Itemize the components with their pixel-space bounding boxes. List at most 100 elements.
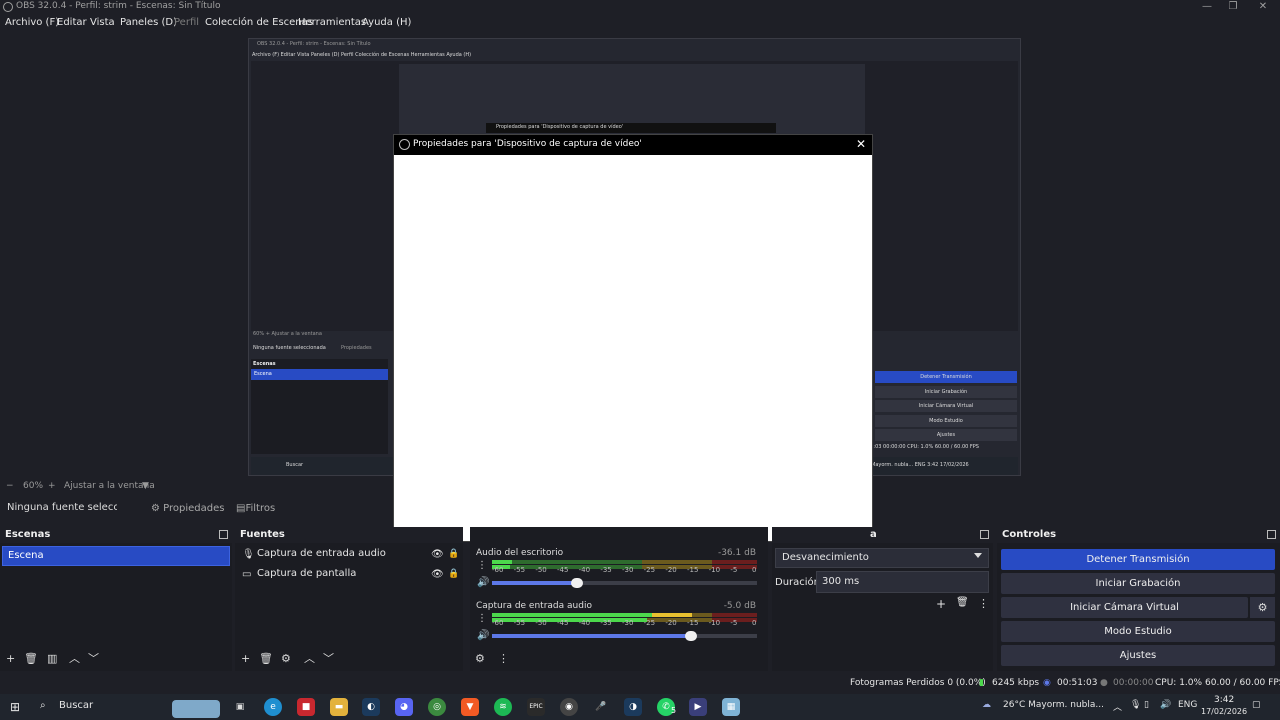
db-scale-tick: -25: [643, 619, 656, 627]
add-scene-button[interactable]: +: [6, 653, 15, 665]
photos-icon[interactable]: ▦: [722, 698, 740, 716]
nested-menu: Archivo (F) Editar Vista Paneles (D) Per…: [252, 52, 472, 58]
lock-icon[interactable]: 🔒: [448, 569, 459, 579]
mixer-settings-icon[interactable]: ⚙: [475, 653, 485, 665]
menu-ayuda[interactable]: Ayuda (H): [362, 17, 411, 28]
lock-icon[interactable]: 🔒: [448, 549, 459, 559]
gear-icon: ⚙: [151, 503, 160, 514]
move-down-button[interactable]: ﹀: [88, 653, 99, 665]
file-explorer-icon[interactable]: ▬: [330, 698, 348, 716]
clock-date[interactable]: 17/02/2026: [1201, 707, 1247, 716]
source-properties-button[interactable]: ⚙: [281, 653, 291, 665]
windows-start-icon[interactable]: ⊞: [6, 698, 24, 716]
start-virtual-camera-button[interactable]: Iniciar Cámara Virtual: [1001, 597, 1248, 618]
zoom-in-button[interactable]: +: [48, 481, 56, 491]
weather-icon[interactable]: ☁: [982, 700, 991, 710]
speaker-icon[interactable]: 🔊: [477, 577, 489, 588]
zoom-dropdown-icon[interactable]: ▼: [142, 481, 149, 491]
remove-source-button[interactable]: 🗑: [259, 653, 273, 665]
transitions-dock-header: a: [772, 527, 993, 543]
add-source-button[interactable]: +: [241, 653, 250, 665]
nested-no-source: Ninguna fuente seleccionada: [253, 345, 326, 351]
edge-icon[interactable]: e: [264, 698, 282, 716]
dialog-header: Propiedades para 'Dispositivo de captura…: [394, 135, 872, 155]
start-recording-button[interactable]: Iniciar Grabación: [1001, 573, 1275, 594]
app-icon[interactable]: ■: [297, 698, 315, 716]
remove-scene-button[interactable]: 🗑: [24, 653, 38, 665]
language-indicator[interactable]: ENG: [1178, 700, 1197, 710]
volume-icon[interactable]: 🔊: [1160, 700, 1171, 710]
spotify-icon[interactable]: ≋: [494, 698, 512, 716]
steam-icon-2[interactable]: ◑: [624, 698, 642, 716]
menu-vista[interactable]: Vista: [90, 17, 115, 28]
source-item[interactable]: 🎙 Captura de entrada audio 👁 🔒: [235, 545, 463, 565]
undock-icon[interactable]: [980, 530, 989, 539]
sources-dock-title: Fuentes: [240, 529, 285, 540]
microphone-app-icon[interactable]: 🎤: [592, 698, 610, 716]
network-icon[interactable]: ▯: [1144, 700, 1149, 710]
stop-stream-button[interactable]: Detener Transmisión: [1001, 549, 1275, 570]
scene-filters-button[interactable]: ▥: [47, 653, 57, 665]
volume-slider[interactable]: [492, 578, 757, 588]
zoom-level: 60%: [23, 481, 44, 491]
undock-icon[interactable]: [219, 530, 228, 539]
studio-mode-button[interactable]: Modo Estudio: [1001, 621, 1275, 642]
obs-icon[interactable]: ◉: [560, 698, 578, 716]
chevron-up-icon[interactable]: ︿: [1113, 700, 1122, 713]
snipping-tool-icon[interactable]: ▶: [689, 698, 707, 716]
source-move-down-button[interactable]: ﹀: [323, 653, 334, 665]
discord-icon[interactable]: ◕: [395, 698, 413, 716]
clock-time[interactable]: 3:42: [1214, 695, 1234, 705]
notifications-icon[interactable]: ▢: [1252, 700, 1261, 710]
task-view-icon[interactable]: ▣: [231, 698, 249, 716]
menu-perfil[interactable]: Perfil: [174, 17, 199, 28]
epic-games-icon[interactable]: EPIC: [527, 698, 545, 716]
visibility-eye-icon[interactable]: 👁: [431, 549, 444, 560]
filters-button[interactable]: ▤Filtros: [236, 499, 275, 519]
taskbar-search[interactable]: ⌕ Buscar: [32, 694, 222, 720]
scenes-dock-header: Escenas: [0, 527, 232, 543]
menu-archivo[interactable]: Archivo (F): [5, 17, 59, 28]
dialog-close-button[interactable]: ✕: [854, 137, 868, 151]
zoom-out-button[interactable]: −: [6, 481, 14, 491]
visibility-eye-icon[interactable]: 👁: [431, 569, 444, 580]
weather-text[interactable]: 26°C Mayorm. nubla...: [1003, 700, 1104, 710]
nested-btn-studio: Modo Estudio: [875, 415, 1017, 427]
microphone-tray-icon[interactable]: 🎙: [1130, 700, 1141, 710]
mixer-menu-icon[interactable]: ⋮: [498, 653, 509, 665]
settings-button[interactable]: Ajustes: [1001, 645, 1275, 666]
transition-select[interactable]: Desvanecimiento: [775, 548, 989, 568]
source-move-up-button[interactable]: ︿: [304, 653, 315, 665]
virtual-camera-settings-gear-icon[interactable]: ⚙: [1250, 597, 1275, 618]
close-window-button[interactable]: ✕: [1248, 0, 1278, 14]
scene-item[interactable]: Escena: [2, 546, 230, 566]
db-scale-tick: -10: [708, 619, 721, 627]
menu-herramientas[interactable]: Herramientas: [298, 17, 366, 28]
transition-menu-icon[interactable]: ⋮: [978, 597, 989, 610]
record-time: 00:00:00: [1113, 678, 1154, 688]
mixer-channel: Audio del escritorio -36.1 dB ⋮ 🔊 -60 -55…: [470, 548, 768, 598]
nested-dialog-bar: Propiedades para 'Dispositivo de captura…: [486, 123, 776, 133]
chrome-icon[interactable]: ◎: [428, 698, 446, 716]
menu-paneles[interactable]: Paneles (D): [120, 17, 177, 28]
channel-menu-icon[interactable]: ⋮: [477, 613, 487, 624]
menu-coleccion-escenas[interactable]: Colección de Escenas: [205, 17, 313, 28]
maximize-button[interactable]: ❐: [1218, 0, 1248, 14]
add-transition-button[interactable]: +: [936, 597, 946, 611]
undock-icon[interactable]: [1267, 530, 1276, 539]
source-item[interactable]: ▭ Captura de pantalla 👁 🔒: [235, 565, 463, 585]
speaker-icon[interactable]: 🔊: [477, 630, 489, 641]
remove-transition-button[interactable]: 🗑: [956, 597, 969, 608]
properties-button[interactable]: ⚙ Propiedades: [151, 499, 224, 519]
channel-menu-icon[interactable]: ⋮: [477, 560, 487, 571]
channel-db: -36.1 dB: [717, 548, 756, 558]
volume-slider-handle[interactable]: [685, 631, 697, 641]
steam-icon[interactable]: ◐: [362, 698, 380, 716]
volume-slider-handle[interactable]: [571, 578, 583, 588]
menu-editar[interactable]: Editar: [57, 17, 87, 28]
volume-slider[interactable]: [492, 631, 757, 641]
brave-icon[interactable]: ▼: [461, 698, 479, 716]
move-up-button[interactable]: ︿: [69, 653, 80, 665]
search-icon: ⌕: [40, 700, 46, 711]
duration-input[interactable]: 300 ms: [816, 571, 989, 593]
